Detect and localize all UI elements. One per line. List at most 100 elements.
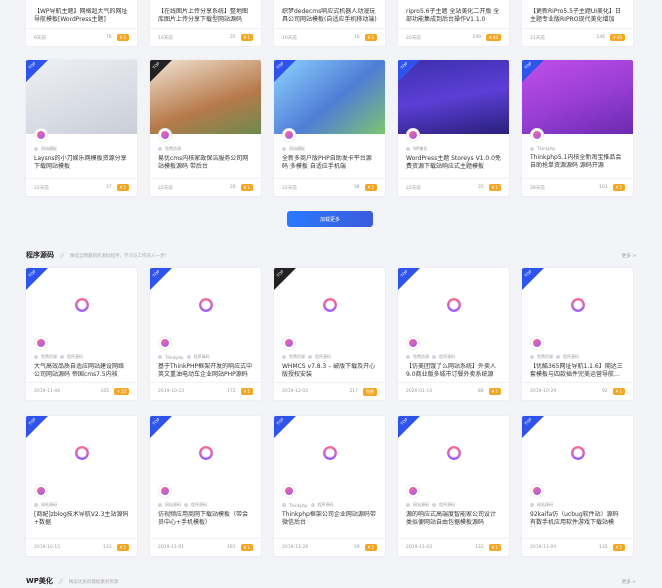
more-link[interactable]: 更多 > bbox=[622, 579, 636, 585]
avatar[interactable] bbox=[530, 336, 544, 350]
list-item[interactable]: TOP 网站模板 全新多商户版PHP自助发卡平台源码 多模板 自适应手机端 22… bbox=[274, 60, 385, 196]
card-thumbnail[interactable]: TOP bbox=[522, 60, 633, 134]
card-thumbnail[interactable]: TOP bbox=[274, 60, 385, 134]
card-title[interactable]: WHMCS v7.8.3 – 破版下载及开心版授权安装 bbox=[282, 363, 377, 379]
card-title[interactable]: 易优cms内核家政保洁服务公司网站模板源码 带后台 bbox=[158, 155, 253, 171]
avatar[interactable] bbox=[530, 484, 544, 498]
card-thumbnail[interactable]: TOP bbox=[398, 416, 509, 490]
list-item[interactable]: TOP 免费资源 程序源码 大气高效品质自适应网站建设网络公司网站源码 帝国cms… bbox=[26, 268, 137, 400]
card-title[interactable]: Thinkphp5.1内核全新淘宝推品会自助抢单资源源码 源码开源 bbox=[530, 154, 625, 170]
list-item[interactable]: TOP Thinkphp Thinkphp5.1内核全新淘宝推品会自助抢单资源源… bbox=[522, 60, 633, 196]
list-item[interactable]: 【WP导航主题】网格超大气的网址导航模板[WordPress主题] 9天前 76 ¥… bbox=[26, 0, 137, 46]
card-category: 免费资源 程序源码 bbox=[406, 354, 501, 360]
list-item[interactable]: 【更新RiPro5.5子主题UI美化】日主题专业版RIPRO现代美化增加 21天… bbox=[522, 0, 633, 46]
avatar[interactable] bbox=[406, 128, 420, 142]
view-count: 26 bbox=[229, 185, 236, 190]
list-item[interactable]: TOP 免费资源 程序源码 【优酷365网址导航1.1.6】期达三套模板与四款插件… bbox=[522, 268, 633, 400]
card-title[interactable]: [商配]zblog技术导航V2.3主站源码+数据 bbox=[34, 511, 129, 527]
card-title[interactable]: Thinkphp框架公司企业网站源码带微信后台 bbox=[282, 511, 377, 527]
list-item[interactable]: TOP Thinkphp 程序源码 基于ThinkPHP框架开发的响应式中英文重油… bbox=[150, 268, 261, 400]
top-row: 【WP导航主题】网格超大气的网址导航模板[WordPress主题] 9天前 76 ¥… bbox=[26, 0, 633, 46]
card-thumbnail[interactable]: TOP bbox=[26, 60, 137, 134]
divider: // bbox=[60, 252, 65, 259]
avatar[interactable] bbox=[282, 128, 296, 142]
card-title[interactable]: 仿视频应用商网下载站模板（带会员中心+手机模板） bbox=[158, 511, 253, 527]
avatar[interactable] bbox=[406, 336, 420, 350]
section-title: WP美化 bbox=[26, 577, 53, 585]
card-thumbnail[interactable]: TOP bbox=[150, 60, 261, 134]
avatar[interactable] bbox=[34, 336, 48, 350]
list-item[interactable]: TOP 免费资源 易优cms内核家政保洁服务公司网站模板源码 带后台 22天前 2… bbox=[150, 60, 261, 196]
card-date: 2019-12-02 bbox=[282, 389, 309, 394]
list-item[interactable]: TOP 网站源码 程序源码 源的响应式高端度智能家公司设计类似便网站自由包据模板源… bbox=[398, 416, 509, 556]
section-header: WP美化 // 精美优质的模板素材资源 更多 > bbox=[26, 576, 636, 586]
avatar[interactable] bbox=[282, 336, 296, 350]
price-badge: ¥ 40 bbox=[486, 34, 501, 41]
view-count: 146 bbox=[596, 35, 606, 40]
card-title[interactable]: 织梦dedecms响应式机器人动漫玩具公司网站模板(自适应手机移动端) bbox=[282, 8, 377, 24]
loading-icon bbox=[446, 446, 461, 460]
avatar[interactable] bbox=[406, 484, 420, 498]
card-category: 网站源码 程序源码 bbox=[406, 502, 501, 508]
loading-icon bbox=[570, 298, 585, 312]
load-more-button[interactable]: 加载更多 bbox=[287, 211, 373, 227]
card-title[interactable]: 【WP导航主题】网格超大气的网址导航模板[WordPress主题] bbox=[34, 8, 129, 24]
list-item[interactable]: TOP WP美化 WordPress主题 Storeys V1.0.0免费资源下… bbox=[398, 60, 509, 196]
card-title[interactable]: Laysns的小刀娱乐网模板资源分享下载网站模板 bbox=[34, 155, 129, 171]
price-badge: ¥ 1 bbox=[116, 184, 129, 191]
card-title[interactable]: 【更新RiPro5.5子主题UI美化】日主题专业版RIPRO现代美化增加 bbox=[530, 8, 625, 24]
price-badge: ¥ 1 bbox=[364, 34, 377, 41]
card-date: 2019-11-04 bbox=[530, 545, 557, 550]
card-title[interactable]: 【在线图片上传分享系统】整地图库图片上传分享下载型网站源码 bbox=[158, 8, 253, 24]
card-thumbnail[interactable]: TOP bbox=[150, 416, 261, 490]
card-thumbnail[interactable]: TOP bbox=[26, 416, 137, 490]
more-link[interactable]: 更多 > bbox=[622, 253, 636, 259]
loading-icon bbox=[74, 298, 89, 312]
avatar[interactable] bbox=[34, 484, 48, 498]
card-title[interactable]: 【仿美团饿了么网站系统】外卖人9.0商业版多城市订餐外卖系统源码… bbox=[406, 363, 501, 379]
card-thumbnail[interactable]: TOP bbox=[26, 268, 137, 342]
list-item[interactable]: ripro5.6子主题 全站美化二开版 全部功能集成到后台操作V1.1.0 20… bbox=[398, 0, 509, 46]
card-category: 网站源码 bbox=[530, 502, 625, 508]
list-item[interactable]: 织梦dedecms响应式机器人动漫玩具公司网站模板(自适应手机移动端) 10天前… bbox=[274, 0, 385, 46]
card-title[interactable]: 【优酷365网址导航1.1.6】期达三套模板与四款插件完美运营导航… bbox=[530, 363, 625, 379]
list-item[interactable]: TOP 网站源码 程序源码 仿视频应用商网下载站模板（带会员中心+手机模板） 20… bbox=[150, 416, 261, 556]
list-item[interactable]: TOP 网站源码 92kaifa仿（ucbug软件站）源码 有数手机应用软件游戏… bbox=[522, 416, 633, 556]
avatar[interactable] bbox=[158, 128, 172, 142]
card-category: Thinkphp bbox=[530, 146, 625, 151]
card-title[interactable]: 92kaifa仿（ucbug软件站）源码 有数手机应用软件游戏下载站模版… bbox=[530, 511, 625, 527]
card-category: 免费资源 程序源码 bbox=[34, 354, 129, 360]
card-date: 2019-10-15 bbox=[34, 545, 61, 550]
card-thumbnail[interactable]: TOP bbox=[274, 416, 385, 490]
avatar[interactable] bbox=[530, 128, 544, 142]
card-thumbnail[interactable]: TOP bbox=[398, 268, 509, 342]
list-item[interactable]: TOP Thinkphp 程序源码 Thinkphp框架公司企业网站源码带微信后台… bbox=[274, 416, 385, 556]
price-badge: ¥ 15 bbox=[114, 388, 129, 395]
card-title[interactable]: 源的响应式高端度智能家公司设计类似便网站自由包据模板源码 bbox=[406, 511, 501, 527]
card-thumbnail[interactable]: TOP bbox=[522, 268, 633, 342]
view-count: 35 bbox=[229, 35, 236, 40]
card-title[interactable]: ripro5.6子主题 全站美化二开版 全部功能集成到后台操作V1.1.0 bbox=[406, 8, 501, 24]
card-date: 21天前 bbox=[530, 35, 545, 41]
avatar[interactable] bbox=[158, 336, 172, 350]
card-title[interactable]: 基于ThinkPHP框架开发的响应式中英文重油电动车企业网站PHP源码 bbox=[158, 363, 253, 379]
avatar[interactable] bbox=[282, 484, 296, 498]
list-item[interactable]: TOP 免费资源 程序源码 【仿美团饿了么网站系统】外卖人9.0商业版多城市订餐外… bbox=[398, 268, 509, 400]
card-thumbnail[interactable]: TOP bbox=[398, 60, 509, 134]
card-title[interactable]: 大气高效品质自适应网站建设网络公司网站源码 帝国cms7.5内核 bbox=[34, 363, 129, 379]
list-item[interactable]: TOP 免费资源 程序源码 WHMCS v7.8.3 – 破版下载及开心版授权安装… bbox=[274, 268, 385, 400]
card-date: 2019-11-28 bbox=[282, 545, 309, 550]
card-category: 网站模板 bbox=[34, 146, 129, 152]
list-item[interactable]: TOP 网站模板 Laysns的小刀娱乐网模板资源分享下载网站模板 22天前 37… bbox=[26, 60, 137, 196]
loading-icon bbox=[322, 298, 337, 312]
avatar[interactable] bbox=[158, 484, 172, 498]
avatar[interactable] bbox=[34, 128, 48, 142]
card-thumbnail[interactable]: TOP bbox=[274, 268, 385, 342]
list-item[interactable]: TOP 网站源码 [商配]zblog技术导航V2.3主站源码+数据 2019-1… bbox=[26, 416, 137, 556]
card-title[interactable]: WordPress主题 Storeys V1.0.0免费资源下载站响应式主题模板 bbox=[406, 155, 501, 171]
card-thumbnail[interactable]: TOP bbox=[150, 268, 261, 342]
card-thumbnail[interactable]: TOP bbox=[522, 416, 633, 490]
list-item[interactable]: 【在线图片上传分享系统】整地图库图片上传分享下载型网站源码 10天前 35 ¥ 1 bbox=[150, 0, 261, 46]
card-title[interactable]: 全新多商户版PHP自助发卡平台源码 多模板 自适应手机端 bbox=[282, 155, 377, 171]
card-category: 网站模板 bbox=[282, 146, 377, 152]
